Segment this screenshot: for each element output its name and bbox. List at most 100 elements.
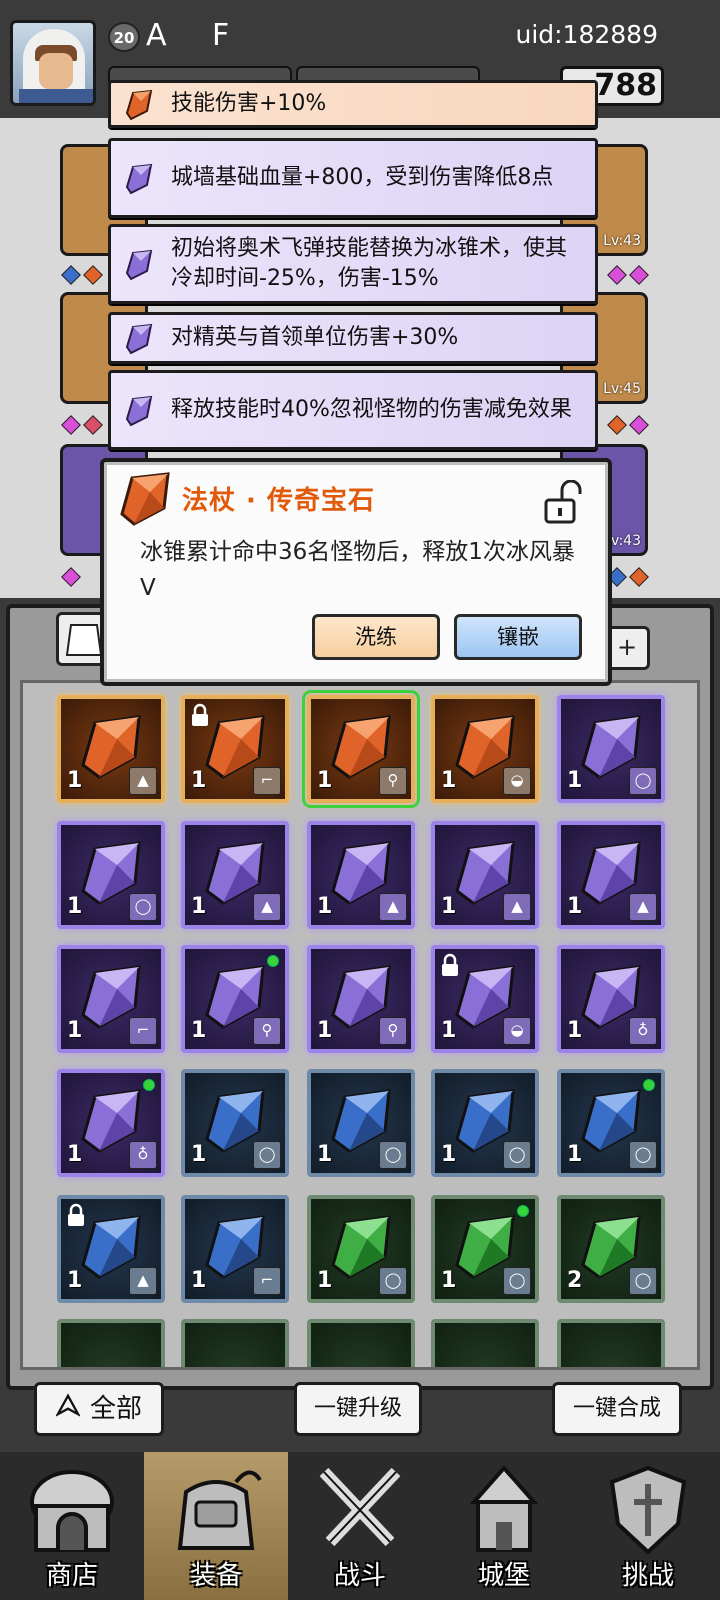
gem-quantity: 1 [191, 1142, 207, 1167]
refine-button[interactable]: 洗练 [312, 614, 440, 660]
nav-label: 装备 [189, 1561, 242, 1591]
gem-slot[interactable]: 1 ◯ [57, 821, 165, 929]
equipment-bag-icon [177, 1470, 262, 1550]
bonus-text: 释放技能时40%忽视怪物的伤害减免效果 [171, 397, 572, 422]
gem-slot[interactable]: 1 ♁ [57, 1069, 165, 1177]
gem-quantity: 1 [67, 1142, 83, 1167]
nav-challenge[interactable]: 挑战 [576, 1452, 720, 1600]
gem-slot[interactable]: 1 ⌐ [181, 695, 289, 803]
nav-battle[interactable]: 战斗 [288, 1452, 432, 1600]
player-avatar[interactable] [10, 20, 96, 106]
ring-type-icon: ◯ [503, 1141, 531, 1169]
nav-equipment[interactable]: 装备 [144, 1452, 288, 1600]
armor-type-icon: ▲ [253, 893, 281, 921]
gem-slot[interactable]: 1 ⚲ [181, 945, 289, 1053]
one-click-upgrade-button[interactable]: 一键升级 [294, 1382, 422, 1436]
filter-all-label: 全部 [89, 1394, 142, 1424]
gem-slot[interactable]: 1 ◯ [431, 1195, 539, 1303]
gem-slot[interactable]: 1 ◯ [557, 1069, 665, 1177]
gem-quantity: 1 [441, 768, 457, 793]
equipment-level: Lv:45 [603, 381, 641, 397]
one-click-merge-button[interactable]: 一键合成 [552, 1382, 682, 1436]
gem-slot[interactable]: 1 ▲ [57, 1195, 165, 1303]
ring-type-icon: ◯ [253, 1141, 281, 1169]
legendary-gem-icon [120, 472, 170, 526]
hat-type-icon: ◒ [503, 1017, 531, 1045]
equipment-level: Lv:43 [603, 233, 641, 249]
socket-gem-icon [61, 415, 81, 435]
triangle-icon [55, 1393, 80, 1417]
unlocked-lock-icon[interactable] [542, 480, 582, 524]
bonus-text: 对精英与首领单位伤害+30% [171, 325, 459, 350]
gem-quantity: 1 [67, 894, 83, 919]
gem-slot[interactable]: 1 ▲ [557, 821, 665, 929]
new-indicator-dot [643, 1079, 655, 1091]
new-indicator-dot [267, 955, 279, 967]
ring-type-icon: ◯ [379, 1141, 407, 1169]
uid-label: uid:182889 [515, 20, 658, 49]
gem-slot[interactable]: 1 ♁ [557, 945, 665, 1053]
lock-icon [68, 1203, 84, 1226]
boots-type-icon: ⌐ [129, 1017, 157, 1045]
gem-quantity: 2 [567, 1268, 583, 1293]
gem-quantity: 1 [191, 768, 207, 793]
gem-slot[interactable]: 1 ⚲ [307, 945, 415, 1053]
socket-gem-icon [83, 265, 103, 285]
gem-quantity: 1 [191, 1018, 207, 1043]
bonus-line-5: 释放技能时40%忽视怪物的伤害减免效果 [108, 370, 598, 450]
orange-gem-icon [125, 89, 153, 121]
nav-shop[interactable]: 商店 [0, 1452, 144, 1600]
gem-quantity: 1 [567, 768, 583, 793]
nav-label: 商店 [45, 1561, 98, 1591]
socket-gem-icon [61, 567, 81, 587]
gem-slot[interactable]: 1 ▲ [431, 821, 539, 929]
inventory-grid[interactable]: 1 ▲ 1 ⌐ 1 ⚲ 1 ◒ 1 ◯ 1 ◯ 1 ▲ 1 ▲ 1 ▲ 1 ▲ 1 ⌐ 1 ⚲ 1 ⚲ 1 ◒ 1 ♁ 1 ♁ 1 ◯ 1 ◯ 1 ◯ 1 ◯… [20, 680, 700, 1370]
gem-slot[interactable]: 1 ⌐ [57, 945, 165, 1053]
gem-quantity: 1 [317, 894, 333, 919]
nav-label: 城堡 [477, 1561, 530, 1591]
filter-all-button[interactable]: 全部 [34, 1382, 164, 1436]
amulet-type-icon: ♁ [629, 1017, 657, 1045]
amulet-type-icon: ♁ [129, 1141, 157, 1169]
gem-slot[interactable]: 1 ◒ [431, 695, 539, 803]
gem-slot[interactable] [307, 1319, 415, 1367]
gem-slot[interactable]: 1 ◯ [557, 695, 665, 803]
new-indicator-dot [143, 1079, 155, 1091]
gem-quantity: 1 [67, 1268, 83, 1293]
inlay-button[interactable]: 镶嵌 [454, 614, 582, 660]
inventory-panel: 1 ▲ 1 ⌐ 1 ⚲ 1 ◒ 1 ◯ 1 ◯ 1 ▲ 1 ▲ 1 ▲ 1 ▲ 1 ⌐ 1 ⚲ 1 ⚲ 1 ◒ 1 ♁ 1 ♁ 1 ◯ 1 ◯ 1 ◯ 1 ◯… [6, 604, 714, 1390]
purple-gem-icon [125, 323, 153, 355]
gem-quantity: 1 [441, 1018, 457, 1043]
bottom-navigation: 商店 装备 战斗 城堡 挑战 [0, 1452, 720, 1600]
gem-slot[interactable]: 2 ◯ [557, 1195, 665, 1303]
gem-slot[interactable]: 1 ◯ [431, 1069, 539, 1177]
popup-description: 冰锥累计命中36名怪物后，释放1次冰风暴V [140, 539, 575, 601]
gem-slot[interactable]: 1 ◯ [307, 1195, 415, 1303]
gem-quantity: 1 [567, 1142, 583, 1167]
purple-gem-icon [125, 249, 153, 281]
purple-gem-icon [125, 163, 153, 195]
gem-slot[interactable]: 1 ◯ [181, 1069, 289, 1177]
armor-type-icon: ▲ [129, 767, 157, 795]
gem-slot[interactable] [181, 1319, 289, 1367]
gem-quantity: 1 [567, 1018, 583, 1043]
gem-slot[interactable]: 1 ▲ [307, 821, 415, 929]
gem-slot[interactable]: 1 ◒ [431, 945, 539, 1053]
gem-slot[interactable]: 1 ⚲ [302, 690, 420, 808]
socket-gem-icon [629, 567, 649, 587]
gem-quantity: 1 [191, 894, 207, 919]
gem-slot[interactable] [431, 1319, 539, 1367]
nav-castle[interactable]: 城堡 [432, 1452, 576, 1600]
gem-slot[interactable]: 1 ⌐ [181, 1195, 289, 1303]
socket-gem-icon [607, 265, 627, 285]
gem-slot[interactable]: 1 ▲ [181, 821, 289, 929]
gem-quantity: 1 [191, 1268, 207, 1293]
gem-slot[interactable]: 1 ▲ [57, 695, 165, 803]
gem-quantity: 1 [441, 1142, 457, 1167]
gem-slot[interactable] [557, 1319, 665, 1367]
gem-slot[interactable] [57, 1319, 165, 1367]
gem-quantity: 1 [441, 894, 457, 919]
gem-slot[interactable]: 1 ◯ [307, 1069, 415, 1177]
gem-quantity: 1 [317, 1268, 333, 1293]
lock-icon [442, 953, 458, 976]
